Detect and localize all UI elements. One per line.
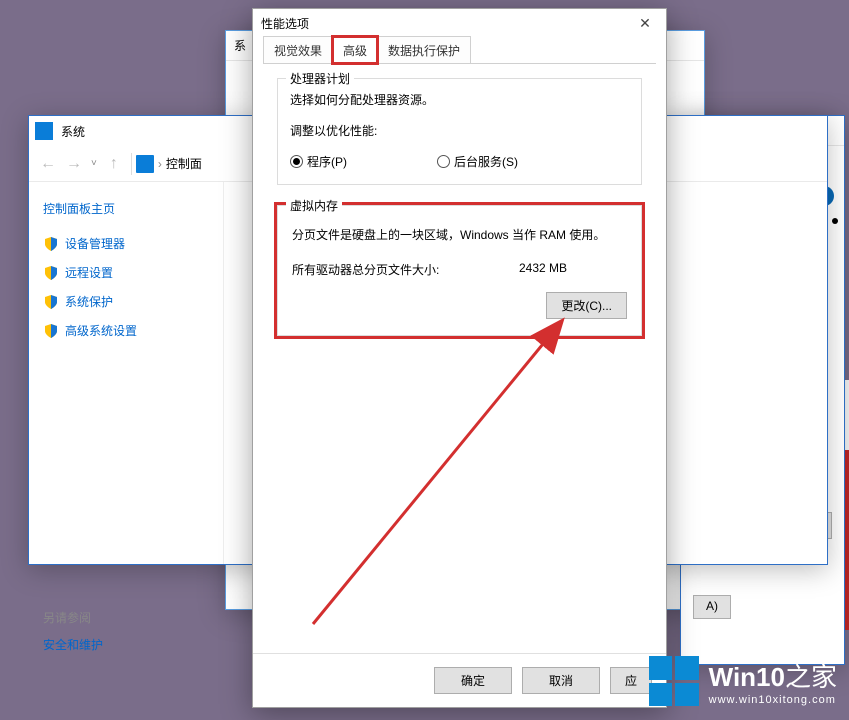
shield-icon xyxy=(43,294,59,310)
radio-background-services[interactable]: 后台服务(S) xyxy=(437,153,518,170)
group-title: 虚拟内存 xyxy=(286,197,342,214)
tab-advanced[interactable]: 高级 xyxy=(332,36,378,64)
tab-dep[interactable]: 数据执行保护 xyxy=(377,36,471,63)
watermark-title: Win10之家 xyxy=(709,657,837,694)
radio-label: 程序(P) xyxy=(307,153,347,170)
dialog-title: 性能选项 xyxy=(261,15,632,32)
ok-button[interactable]: 确定 xyxy=(434,667,512,694)
sidebar-item-system-protection[interactable]: 系统保护 xyxy=(43,293,209,310)
apply-button[interactable]: 应 xyxy=(610,667,652,694)
forward-arrow-icon[interactable]: → xyxy=(61,151,87,177)
dialog-footer: 确定 取消 应 xyxy=(253,653,666,707)
address-icon xyxy=(136,155,154,173)
sidebar-item-label: 系统保护 xyxy=(65,293,113,310)
close-icon[interactable]: ✕ xyxy=(632,12,658,34)
radio-programs[interactable]: 程序(P) xyxy=(290,153,347,170)
up-arrow-icon[interactable]: ↑ xyxy=(101,151,127,177)
sidebar-item-remote-settings[interactable]: 远程设置 xyxy=(43,264,209,281)
dialog-titlebar[interactable]: 性能选项 ✕ xyxy=(253,9,666,37)
watermark-url: www.win10xitong.com xyxy=(709,694,837,706)
breadcrumb[interactable]: 控制面 xyxy=(166,155,202,172)
change-button[interactable]: 更改(C)... xyxy=(546,292,627,319)
performance-options-dialog: 性能选项 ✕ 视觉效果 高级 数据执行保护 处理器计划 选择如何分配处理器资源。… xyxy=(252,8,667,708)
security-maintenance-link[interactable]: 安全和维护 xyxy=(43,636,209,653)
tab-visual-effects[interactable]: 视觉效果 xyxy=(263,36,333,63)
control-panel-home-link[interactable]: 控制面板主页 xyxy=(43,200,209,217)
vm-total-value: 2432 MB xyxy=(519,261,567,278)
sidebar-item-label: 高级系统设置 xyxy=(65,322,137,339)
shield-icon xyxy=(43,236,59,252)
sidebar: 控制面板主页 设备管理器 远程设置 系统保护 高级系统设置 另请参阅 安全和维护 xyxy=(29,182,224,564)
sidebar-item-advanced-settings[interactable]: 高级系统设置 xyxy=(43,322,209,339)
radio-label: 后台服务(S) xyxy=(454,153,518,170)
sidebar-item-device-manager[interactable]: 设备管理器 xyxy=(43,235,209,252)
shield-icon xyxy=(43,323,59,339)
sidebar-item-label: 设备管理器 xyxy=(65,235,125,252)
radio-icon xyxy=(437,155,450,168)
watermark: Win10之家 www.win10xitong.com xyxy=(649,656,837,706)
dropdown-fragment[interactable]: A) xyxy=(693,595,731,619)
recent-chevron-icon[interactable]: ˅ xyxy=(91,158,97,169)
tab-panel: 处理器计划 选择如何分配处理器资源。 调整以优化性能: 程序(P) 后台服务(S… xyxy=(263,63,656,653)
sidebar-item-label: 远程设置 xyxy=(65,264,113,281)
see-also-heading: 另请参阅 xyxy=(43,609,209,626)
shield-icon xyxy=(43,265,59,281)
help-dot xyxy=(832,218,838,224)
back-arrow-icon[interactable]: ← xyxy=(35,151,61,177)
processor-scheduling-group: 处理器计划 选择如何分配处理器资源。 调整以优化性能: 程序(P) 后台服务(S… xyxy=(277,78,642,185)
adjust-label: 调整以优化性能: xyxy=(290,122,629,139)
system-icon xyxy=(35,122,53,140)
vm-desc: 分页文件是硬盘上的一块区域，Windows 当作 RAM 使用。 xyxy=(292,226,627,243)
windows-logo-icon xyxy=(649,656,699,706)
virtual-memory-group: 虚拟内存 分页文件是硬盘上的一块区域，Windows 当作 RAM 使用。 所有… xyxy=(277,205,642,336)
processor-desc: 选择如何分配处理器资源。 xyxy=(290,91,629,108)
tab-row: 视觉效果 高级 数据执行保护 xyxy=(253,37,666,63)
cancel-button[interactable]: 取消 xyxy=(522,667,600,694)
group-title: 处理器计划 xyxy=(286,70,354,87)
radio-icon xyxy=(290,155,303,168)
vm-total-label: 所有驱动器总分页文件大小: xyxy=(292,261,439,278)
